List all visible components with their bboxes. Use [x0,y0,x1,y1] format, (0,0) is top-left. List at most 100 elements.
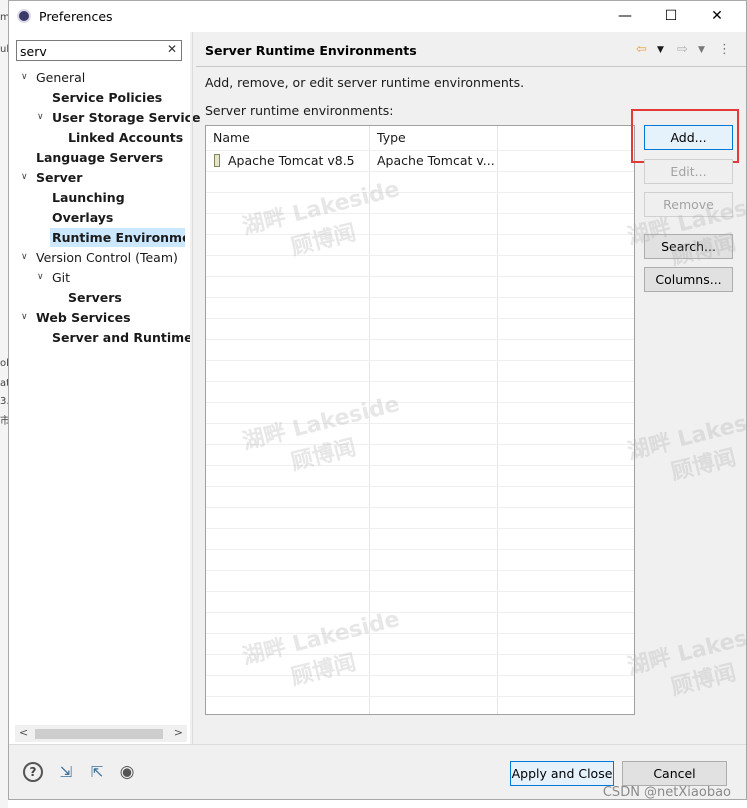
clear-filter-icon[interactable]: ✕ [167,42,177,56]
tree-item-label: General [36,70,86,85]
column-header-type[interactable]: Type [370,126,498,149]
row-divider [206,570,634,571]
tree-item-web-services[interactable]: ∨ Web Services [21,308,131,327]
row-divider [206,192,634,193]
row-divider [206,465,634,466]
runtime-type[interactable]: Apache Tomcat v... [377,151,495,171]
record-icon[interactable]: ◉ [115,760,139,784]
forward-arrow-icon[interactable]: ⇨ [677,42,688,57]
export-icon[interactable]: ⇱ [85,760,109,784]
row-divider [206,360,634,361]
row-divider [206,297,634,298]
chevron-down-icon[interactable]: ∨ [37,108,49,127]
row-divider [206,213,634,214]
row-divider [206,612,634,613]
scroll-left-icon[interactable]: < [19,726,28,739]
columns-button[interactable]: Columns... [644,267,733,292]
row-divider [206,444,634,445]
tree-item-label: Version Control (Team) [36,250,178,265]
title-bar: Preferences — ☐ ✕ [9,1,746,32]
forward-menu-chevron-icon[interactable]: ▼ [698,45,705,55]
tree-item-language-servers[interactable]: Language Servers [36,148,163,167]
tree-item-label: Web Services [36,310,131,325]
row-divider [206,276,634,277]
row-divider [206,381,634,382]
row-divider [206,633,634,634]
row-divider [206,171,634,172]
page-description: Add, remove, or edit server runtime envi… [205,75,525,90]
row-divider [206,423,634,424]
filter-field[interactable]: ✕ [16,40,182,61]
row-divider [206,318,634,319]
window-title: Preferences [39,9,113,24]
eclipse-icon [17,9,31,23]
back-menu-chevron-icon[interactable]: ▼ [657,45,664,55]
column-header-name[interactable]: Name [206,126,370,149]
tree-item-label: Server [36,170,83,185]
row-divider [206,255,634,256]
preferences-tree-panel: ✕ ∨ General Service Policies ∨ User Stor… [9,32,201,744]
runtime-environments-table[interactable]: Name Type Apache Tomcat v8.5 Apache Tomc… [205,125,635,715]
tree-item-git[interactable]: ∨ Git [37,268,70,287]
row-divider [206,591,634,592]
view-menu-icon[interactable]: ⋮ [718,42,731,57]
preferences-tree: ∨ General Service Policies ∨ User Storag… [9,68,201,718]
tree-item-user-storage[interactable]: ∨ User Storage Service [37,108,201,127]
tree-item-server[interactable]: ∨ Server [21,168,82,187]
environments-label: Server runtime environments: [205,103,394,118]
chevron-down-icon[interactable]: ∨ [21,308,33,327]
column-separator [369,126,370,714]
tree-item-version-control[interactable]: ∨ Version Control (Team) [21,248,178,267]
tree-item-launching[interactable]: Launching [52,188,125,207]
chevron-down-icon[interactable]: ∨ [21,248,33,267]
row-divider [206,402,634,403]
tree-item-label: User Storage Service [52,110,201,125]
back-arrow-icon[interactable]: ⇦ [636,42,647,57]
source-watermark: CSDN @netXiaobao [602,785,731,800]
tree-item-service-policies[interactable]: Service Policies [52,88,162,107]
chevron-down-icon[interactable]: ∨ [37,268,49,287]
row-divider [206,549,634,550]
import-icon[interactable]: ⇲ [54,760,78,784]
column-separator [497,126,498,714]
row-divider [206,507,634,508]
header-divider [196,66,746,67]
row-divider [206,339,634,340]
preference-page: Server Runtime Environments ⇦ ▼ ⇨ ▼ ⋮ Ad… [193,32,746,744]
remove-button[interactable]: Remove [644,192,733,217]
server-runtime-icon [214,154,220,167]
row-divider [206,528,634,529]
edit-button[interactable]: Edit... [644,159,733,184]
page-title: Server Runtime Environments [205,43,417,58]
row-divider [206,486,634,487]
filter-input[interactable] [20,42,160,60]
scrollbar-thumb[interactable] [35,729,163,739]
table-row[interactable]: Apache Tomcat v8.5 [214,151,355,171]
tree-item-overlays[interactable]: Overlays [52,208,113,227]
search-button[interactable]: Search... [644,234,733,259]
tree-item-runtime-environments[interactable]: Runtime Environmen [50,228,185,247]
tree-item-linked-accounts[interactable]: Linked Accounts [68,128,183,147]
tree-item-servers[interactable]: Servers [68,288,122,307]
tree-horizontal-scrollbar[interactable]: < > [15,725,187,742]
maximize-button[interactable]: ☐ [648,1,694,32]
row-divider [206,696,634,697]
tree-item-general[interactable]: ∨ General [21,68,85,87]
cancel-button[interactable]: Cancel [622,761,727,786]
row-divider [206,654,634,655]
minimize-button[interactable]: — [602,1,648,32]
row-divider [206,675,634,676]
preferences-dialog: Preferences — ☐ ✕ ✕ ∨ General Service Po… [8,0,747,800]
tree-item-label: Git [52,270,71,285]
chevron-down-icon[interactable]: ∨ [21,168,33,187]
background-window: mp ub ol at 3. 市 [0,0,16,808]
apply-and-close-button[interactable]: Apply and Close [510,761,614,786]
help-icon[interactable]: ? [23,762,43,782]
scroll-right-icon[interactable]: > [174,726,183,739]
runtime-name: Apache Tomcat v8.5 [228,153,355,168]
tree-item-server-and-runtime[interactable]: Server and Runtime [52,328,193,347]
chevron-down-icon[interactable]: ∨ [21,68,33,87]
row-divider [206,234,634,235]
add-button[interactable]: Add... [644,125,733,150]
close-button[interactable]: ✕ [694,1,740,32]
